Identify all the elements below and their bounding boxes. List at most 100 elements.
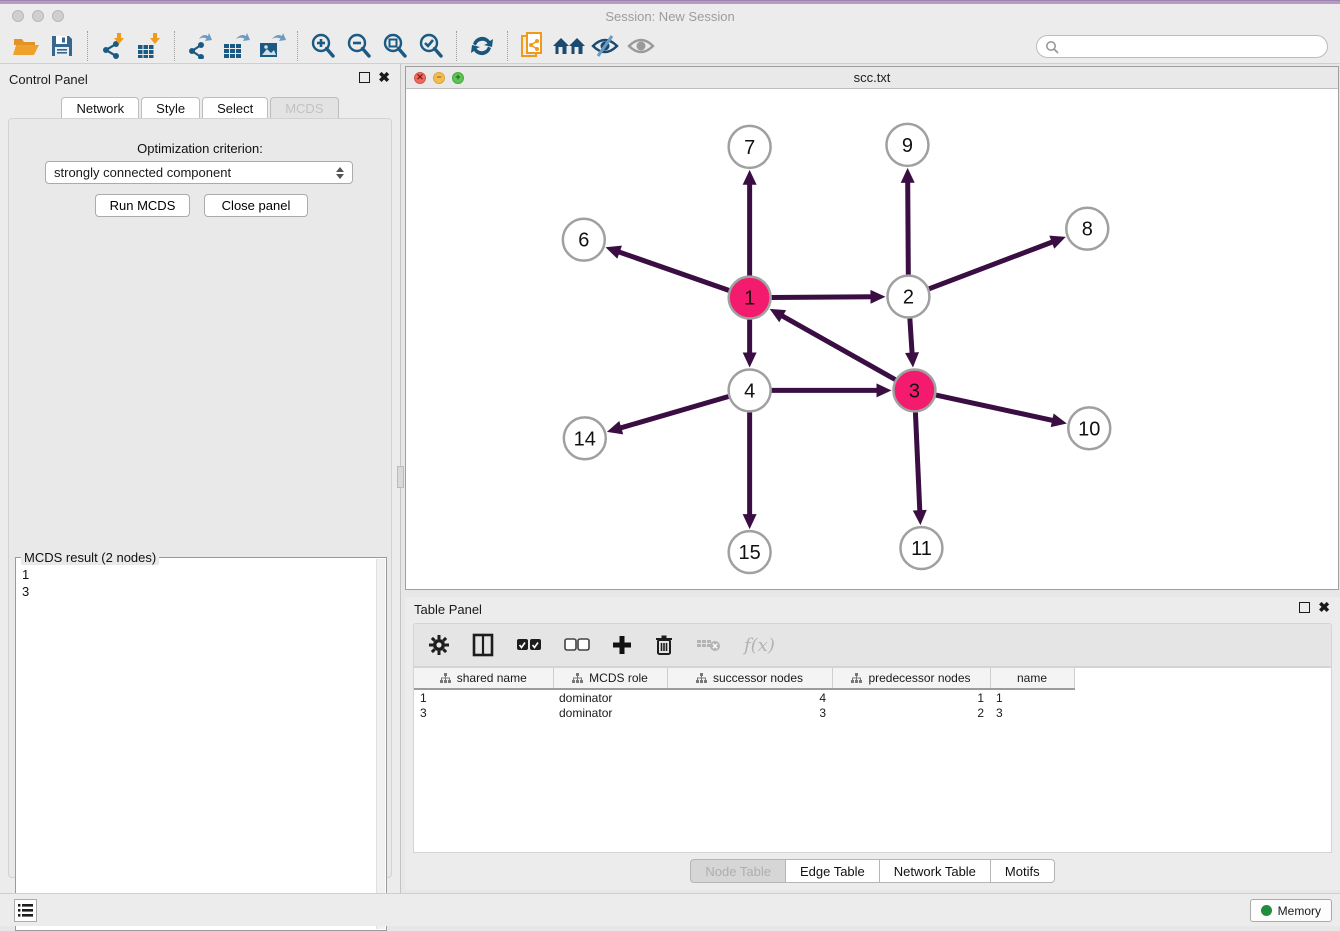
cell-shared-name[interactable]: 1 [414,689,553,705]
export-image-button[interactable] [254,30,290,62]
hierarchy-icon [851,673,862,684]
table-toolbar: f(x) [413,623,1332,667]
export-network-icon [187,33,213,59]
network-file-icon [520,32,546,60]
open-session-button[interactable] [8,30,44,62]
apply-layout-button[interactable] [464,30,500,62]
column-header-successor-nodes[interactable]: successor nodes [667,668,832,689]
float-panel-icon[interactable] [359,72,370,83]
arrowhead-1-4 [743,352,757,367]
edge-2-9[interactable] [908,180,909,275]
checked-boxes-icon [516,638,542,652]
cell-successor-nodes[interactable]: 4 [667,689,832,705]
cell-mcds-role[interactable]: dominator [553,689,667,705]
arrowhead-3-10 [1051,413,1067,427]
show-column-panel-button[interactable] [472,633,494,657]
edge-3-1[interactable] [780,315,895,380]
edge-2-8[interactable] [929,241,1055,289]
tab-network[interactable]: Network [61,97,139,119]
cell-name[interactable]: 1 [990,689,1074,705]
search-box [1036,35,1328,58]
tab-mcds[interactable]: MCDS [270,97,338,119]
search-input[interactable] [1059,36,1327,57]
toolbar-separator [87,31,88,61]
criterion-dropdown[interactable]: strongly connected component [45,161,353,184]
open-folder-icon [12,34,40,58]
cell-name[interactable]: 3 [990,705,1074,721]
cell-mcds-role[interactable]: dominator [553,705,667,721]
tab-motifs[interactable]: Motifs [991,859,1055,883]
table-settings-button[interactable] [428,634,450,656]
control-panel-header: Control Panel ✖ [0,69,400,91]
column-header-predecessor-nodes[interactable]: predecessor nodes [832,668,990,689]
memory-button[interactable]: Memory [1250,899,1332,922]
hide-graphics-details-button[interactable] [623,30,659,62]
tab-network-table[interactable]: Network Table [880,859,991,883]
column-header-name[interactable]: name [990,668,1074,689]
export-table-icon [222,33,250,59]
import-table-button[interactable] [131,30,167,62]
tab-select[interactable]: Select [202,97,268,119]
tab-node-table[interactable]: Node Table [690,859,786,883]
column-header-shared-name[interactable]: shared name [414,668,553,689]
edge-1-2[interactable] [772,297,874,298]
edge-3-11[interactable] [915,412,919,513]
cell-shared-name[interactable]: 3 [414,705,553,721]
task-history-button[interactable] [14,899,37,922]
delete-table-button[interactable] [696,637,722,653]
export-table-button[interactable] [218,30,254,62]
edge-3-10[interactable] [936,395,1055,421]
table-header-row: shared name MCDS role successor nodes [414,668,1331,689]
save-session-button[interactable] [44,30,80,62]
unselect-all-columns-button[interactable] [564,638,590,652]
cell-predecessor-nodes[interactable]: 2 [832,705,990,721]
arrowhead-1-7 [743,170,757,185]
table-row[interactable]: 3 dominator 3 2 3 [414,705,1331,721]
close-panel-icon[interactable]: ✖ [378,72,390,83]
tab-style[interactable]: Style [141,97,200,119]
home-view-button[interactable] [551,30,587,62]
cell-successor-nodes[interactable]: 3 [667,705,832,721]
network-graph[interactable]: 7968124314101511 [406,90,1338,589]
run-mcds-button[interactable]: Run MCDS [95,194,190,217]
mcds-result-item: 3 [22,583,29,600]
splitter-handle[interactable] [397,466,404,488]
float-table-panel-icon[interactable] [1299,602,1310,613]
control-panel-title: Control Panel [9,72,88,87]
select-all-columns-button[interactable] [516,638,542,652]
hierarchy-icon [440,673,451,684]
close-panel-button[interactable]: Close panel [204,194,308,217]
import-network-button[interactable] [95,30,131,62]
node-label-10: 10 [1078,418,1100,440]
edge-1-6[interactable] [617,251,729,290]
eye-icon [627,33,655,59]
result-scrollbar[interactable] [376,559,385,929]
node-label-2: 2 [903,287,914,309]
zoom-in-button[interactable] [305,30,341,62]
cell-predecessor-nodes[interactable]: 1 [832,689,990,705]
mcds-result-list: 1 3 [22,566,29,600]
zoom-selected-button[interactable] [413,30,449,62]
arrowhead-4-14 [607,421,623,434]
hierarchy-icon [572,673,583,684]
columns-icon [472,633,494,657]
zoom-fit-button[interactable] [377,30,413,62]
edge-2-3[interactable] [910,318,912,355]
edge-4-14[interactable] [618,397,728,429]
network-window-titlebar: ✕ − + scc.txt [406,67,1338,89]
show-graphics-details-button[interactable] [587,30,623,62]
delete-columns-button[interactable] [654,634,674,656]
network-canvas[interactable]: 7968124314101511 [406,90,1338,589]
unchecked-boxes-icon [564,638,590,652]
tab-edge-table[interactable]: Edge Table [786,859,880,883]
close-table-panel-icon[interactable]: ✖ [1318,602,1330,613]
node-label-14: 14 [574,428,596,450]
column-header-mcds-role[interactable]: MCDS role [553,668,667,689]
create-column-button[interactable] [612,635,632,655]
function-builder-button[interactable]: f(x) [744,635,775,656]
network-overview-button[interactable] [515,30,551,62]
node-label-8: 8 [1082,219,1093,241]
export-network-button[interactable] [182,30,218,62]
table-row[interactable]: 1 dominator 4 1 1 [414,689,1331,705]
zoom-out-button[interactable] [341,30,377,62]
